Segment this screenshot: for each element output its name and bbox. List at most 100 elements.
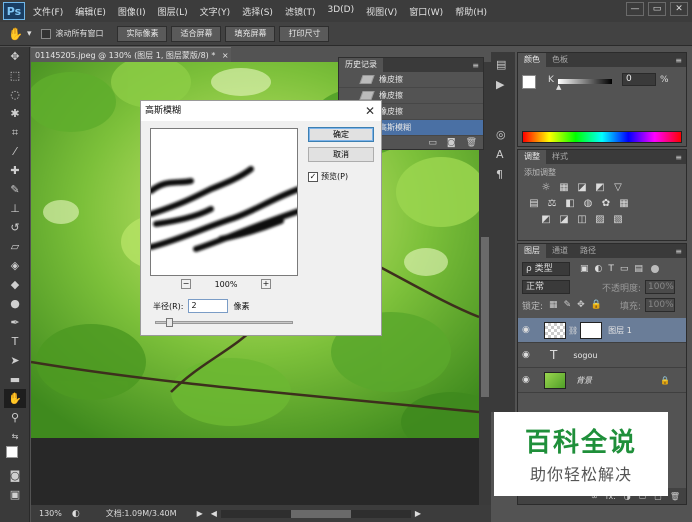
- radius-slider-track[interactable]: [155, 318, 293, 327]
- radius-slider-handle[interactable]: [166, 318, 174, 327]
- menu-file[interactable]: 文件(F): [33, 5, 63, 18]
- status-arrow-icon[interactable]: ▶: [197, 509, 203, 518]
- rectangle-tool-icon[interactable]: ▬: [4, 370, 26, 389]
- lock-position-icon[interactable]: ✥: [577, 300, 585, 310]
- menu-3d[interactable]: 3D(D): [327, 5, 354, 18]
- fit-screen-button[interactable]: 适合屏幕: [171, 25, 222, 42]
- vibrance-icon[interactable]: ▽: [612, 182, 624, 194]
- menu-help[interactable]: 帮助(H): [455, 5, 487, 18]
- panel-menu-icon[interactable]: ≡: [675, 153, 682, 162]
- hue-saturation-icon[interactable]: ▤: [528, 198, 540, 210]
- menu-image[interactable]: 图像(I): [118, 5, 146, 18]
- horizontal-scrollbar[interactable]: [220, 509, 411, 518]
- lasso-tool-icon[interactable]: ◌: [4, 85, 26, 104]
- curves-icon[interactable]: ◪: [576, 182, 588, 194]
- tool-preset-arrow-icon[interactable]: ▾: [27, 29, 32, 39]
- menu-select[interactable]: 选择(S): [242, 5, 273, 18]
- black-white-icon[interactable]: ◧: [564, 198, 576, 210]
- document-tab-close-icon[interactable]: ×: [222, 51, 229, 60]
- close-button[interactable]: ✕: [670, 2, 688, 16]
- screen-mode-icon[interactable]: ▣: [4, 485, 26, 504]
- pen-tool-icon[interactable]: ✒: [4, 313, 26, 332]
- delete-state-icon[interactable]: 🗑: [466, 138, 477, 148]
- zoom-in-button[interactable]: +: [261, 279, 271, 289]
- eyedropper-tool-icon[interactable]: ⁄: [4, 142, 26, 161]
- lock-pixels-icon[interactable]: ✎: [564, 300, 572, 310]
- opacity-field[interactable]: 100%: [645, 280, 676, 294]
- color-foreground-swatch[interactable]: [522, 75, 536, 89]
- filter-pixel-icon[interactable]: ▣: [580, 264, 589, 274]
- history-item[interactable]: 橡皮擦: [339, 72, 483, 88]
- blur-tool-icon[interactable]: ◆: [4, 275, 26, 294]
- new-document-from-state-icon[interactable]: ▭: [428, 138, 437, 148]
- history-dock-icon[interactable]: ▤: [496, 58, 510, 72]
- tab-layers[interactable]: 图层: [518, 244, 546, 258]
- scrollbar-thumb[interactable]: [481, 237, 489, 397]
- k-slider-handle-icon[interactable]: ▲: [556, 83, 561, 91]
- fill-screen-button[interactable]: 填充屏幕: [225, 25, 276, 42]
- character-dock-icon[interactable]: A: [496, 148, 510, 162]
- tab-channels[interactable]: 通道: [546, 244, 574, 258]
- layer-row-selected[interactable]: ◉ ⛓ 图层 1: [518, 318, 686, 343]
- menu-layer[interactable]: 图层(L): [158, 5, 188, 18]
- horizontal-scroll-right-icon[interactable]: ▶: [415, 509, 421, 518]
- paint-bucket-tool-icon[interactable]: ◈: [4, 256, 26, 275]
- color-balance-icon[interactable]: ⚖: [546, 198, 558, 210]
- layer-mask-thumbnail[interactable]: [580, 321, 603, 339]
- minimize-button[interactable]: —: [626, 2, 644, 16]
- layer-row[interactable]: ◉ T sogou: [518, 343, 686, 368]
- foreground-background-colors[interactable]: [4, 446, 26, 466]
- ok-button[interactable]: 确定: [308, 127, 374, 142]
- horizontal-scrollbar-thumb[interactable]: [290, 509, 351, 518]
- crop-tool-icon[interactable]: ⌗: [4, 123, 26, 142]
- type-tool-icon[interactable]: T: [4, 332, 26, 351]
- mask-link-icon[interactable]: ⛓: [568, 326, 578, 335]
- layer-filter-select[interactable]: ρ 类型: [522, 262, 570, 276]
- photo-filter-icon[interactable]: ◍: [582, 198, 594, 210]
- zoom-out-button[interactable]: −: [181, 279, 191, 289]
- panel-menu-icon[interactable]: ≡: [472, 61, 479, 70]
- move-tool-icon[interactable]: ✥: [4, 47, 26, 66]
- tab-history[interactable]: 历史记录: [339, 58, 383, 72]
- tab-paths[interactable]: 路径: [574, 244, 602, 258]
- scroll-all-windows-checkbox[interactable]: [41, 28, 52, 39]
- menu-view[interactable]: 视图(V): [366, 5, 397, 18]
- eraser-tool-icon[interactable]: ▱: [4, 237, 26, 256]
- document-tab[interactable]: 01145205.jpeg @ 130% (图层 1, 图层蒙版/8) * ×: [31, 47, 231, 62]
- channel-value-field[interactable]: 0: [622, 73, 656, 86]
- panel-menu-icon[interactable]: ≡: [675, 56, 682, 65]
- blend-mode-select[interactable]: 正常: [522, 280, 570, 294]
- info-dock-icon[interactable]: ◎: [496, 128, 510, 142]
- foreground-color-swatch[interactable]: [6, 446, 18, 458]
- marquee-tool-icon[interactable]: ⬚: [4, 66, 26, 85]
- magic-wand-tool-icon[interactable]: ✱: [4, 104, 26, 123]
- zoom-tool-icon[interactable]: ⚲: [4, 408, 26, 427]
- tab-color[interactable]: 颜色: [518, 53, 546, 67]
- lock-all-icon[interactable]: 🔒: [591, 300, 602, 310]
- dialog-close-icon[interactable]: ✕: [365, 101, 375, 121]
- exposure-icon[interactable]: ◩: [594, 182, 606, 194]
- k-slider-track[interactable]: [558, 79, 612, 84]
- radius-input[interactable]: 2: [187, 299, 228, 313]
- snapshot-camera-icon[interactable]: ◙: [447, 138, 456, 148]
- visibility-eye-icon[interactable]: ◉: [522, 325, 536, 335]
- clone-stamp-tool-icon[interactable]: ⊥: [4, 199, 26, 218]
- threshold-icon[interactable]: ◫: [576, 214, 588, 226]
- dodge-tool-icon[interactable]: ●: [4, 294, 26, 313]
- panel-menu-icon[interactable]: ≡: [675, 247, 682, 256]
- filter-shape-icon[interactable]: ▭: [620, 264, 629, 274]
- cancel-button[interactable]: 取消: [308, 147, 374, 162]
- brightness-contrast-icon[interactable]: ☼: [540, 182, 552, 194]
- levels-icon[interactable]: ▦: [558, 182, 570, 194]
- filter-adjustment-icon[interactable]: ◐: [595, 264, 603, 274]
- brush-tool-icon[interactable]: ✎: [4, 180, 26, 199]
- color-spectrum-bar[interactable]: [522, 131, 682, 143]
- selective-color-icon[interactable]: ▨: [594, 214, 606, 226]
- zoom-level[interactable]: 130%: [39, 509, 62, 518]
- info-icon[interactable]: ◐: [72, 509, 80, 519]
- tab-swatches[interactable]: 色板: [546, 53, 574, 67]
- menu-type[interactable]: 文字(Y): [200, 5, 231, 18]
- healing-brush-tool-icon[interactable]: ✚: [4, 161, 26, 180]
- actions-dock-icon[interactable]: ▶: [496, 78, 510, 92]
- tab-adjustments[interactable]: 调整: [518, 150, 546, 164]
